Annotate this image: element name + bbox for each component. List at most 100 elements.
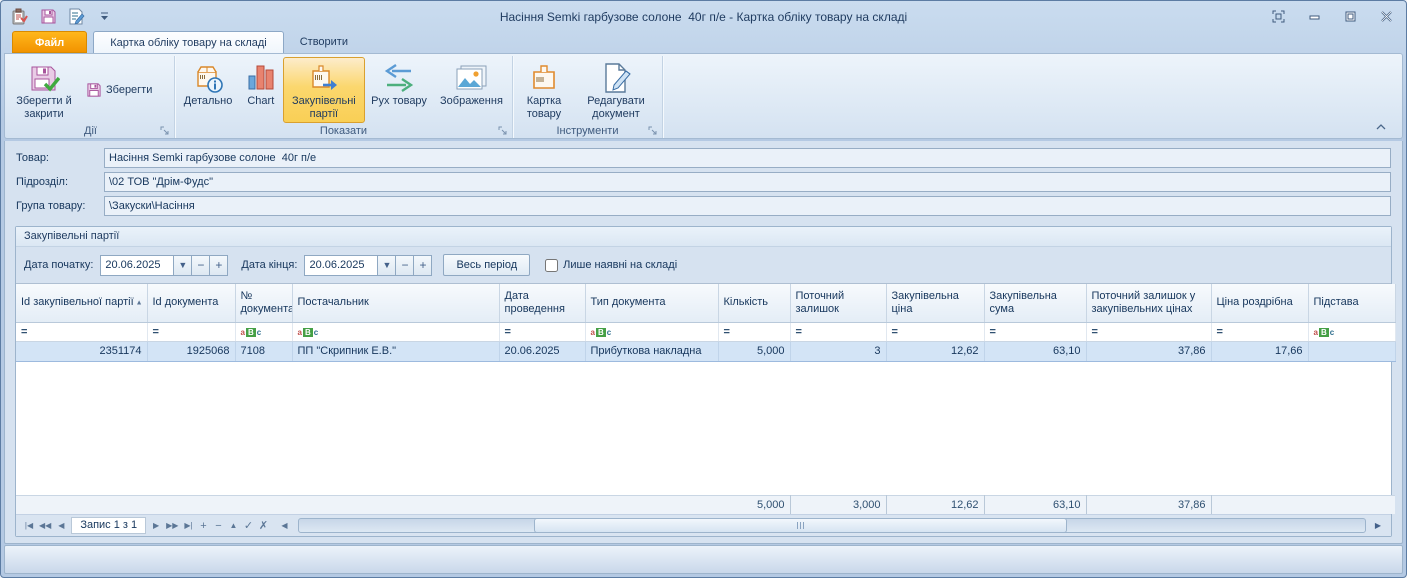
cell-purchase-sum[interactable]: 63,10 bbox=[984, 341, 1086, 361]
filter-doc-type[interactable]: aBc bbox=[585, 322, 718, 341]
nav-next-button[interactable]: ▶ bbox=[149, 518, 163, 534]
edit-document-icon[interactable] bbox=[66, 8, 86, 26]
close-icon[interactable] bbox=[1375, 9, 1397, 25]
date-end-plus-button[interactable]: + bbox=[414, 255, 432, 276]
details-button[interactable]: Детально bbox=[177, 57, 239, 123]
nav-prev-page-button[interactable]: ◀◀ bbox=[37, 518, 53, 534]
filter-basis[interactable]: aBc bbox=[1308, 322, 1395, 341]
filter-retail-price[interactable]: = bbox=[1211, 322, 1308, 341]
chart-button[interactable]: Chart bbox=[239, 57, 282, 123]
show-dialog-launcher-icon[interactable] bbox=[498, 126, 508, 136]
cell-current-balance[interactable]: 3 bbox=[790, 341, 886, 361]
only-in-stock-checkbox[interactable] bbox=[545, 259, 558, 272]
cell-basis[interactable] bbox=[1308, 341, 1395, 361]
filter-purchase-sum[interactable]: = bbox=[984, 322, 1086, 341]
date-start-input[interactable] bbox=[100, 255, 174, 276]
movement-label: Рух товару bbox=[371, 95, 427, 108]
filter-doc-no[interactable]: aBc bbox=[235, 322, 292, 341]
nav-edit-button[interactable]: ▲ bbox=[226, 518, 240, 534]
box-icon bbox=[527, 61, 561, 95]
tab-card[interactable]: Картка обліку товару на складі bbox=[93, 31, 283, 53]
cell-supplier[interactable]: ПП "Скрипник Е.В." bbox=[292, 341, 499, 361]
qat-customize-icon[interactable] bbox=[94, 8, 114, 26]
checkin-icon[interactable] bbox=[10, 8, 30, 26]
cell-balance-in-prices[interactable]: 37,86 bbox=[1086, 341, 1211, 361]
nav-delete-button[interactable]: − bbox=[211, 518, 225, 534]
tools-dialog-launcher-icon[interactable] bbox=[648, 126, 658, 136]
save-button[interactable]: Зберегти bbox=[79, 79, 159, 101]
nav-post-button[interactable]: ✓ bbox=[241, 518, 255, 534]
column-header-purchase-sum[interactable]: Закупівельна сума bbox=[984, 284, 1086, 322]
column-header-basis[interactable]: Підстава bbox=[1308, 284, 1395, 322]
ribbon-group-show: Детально Chart Закупівельні партії bbox=[175, 56, 513, 138]
summary-purchase-price: 12,62 bbox=[886, 495, 984, 514]
column-header-doc-no[interactable]: № документа bbox=[235, 284, 292, 322]
scroll-right-icon[interactable]: ▶ bbox=[1371, 521, 1385, 530]
collapse-ribbon-icon[interactable] bbox=[1374, 120, 1388, 132]
product-group-field[interactable] bbox=[104, 196, 1391, 216]
restore-icon[interactable] bbox=[1339, 9, 1361, 25]
nav-cancel-button[interactable]: ✗ bbox=[256, 518, 270, 534]
column-header-doc-type[interactable]: Тип документа bbox=[585, 284, 718, 322]
nav-first-button[interactable]: |◀ bbox=[22, 518, 36, 534]
filter-current-balance[interactable]: = bbox=[790, 322, 886, 341]
cell-quantity[interactable]: 5,000 bbox=[718, 341, 790, 361]
product-field[interactable] bbox=[104, 148, 1391, 168]
nav-prev-button[interactable]: ◀ bbox=[54, 518, 68, 534]
filter-quantity[interactable]: = bbox=[718, 322, 790, 341]
cell-retail-price[interactable]: 17,66 bbox=[1211, 341, 1308, 361]
filter-supplier[interactable]: aBc bbox=[292, 322, 499, 341]
table-row[interactable]: 2351174 1925068 7108 ПП "Скрипник Е.В." … bbox=[16, 341, 1395, 361]
images-button[interactable]: Зображення bbox=[433, 57, 510, 123]
filter-doc-id[interactable]: = bbox=[147, 322, 235, 341]
column-header-quantity[interactable]: Кількість bbox=[718, 284, 790, 322]
tab-create[interactable]: Створити bbox=[284, 31, 364, 53]
cell-date[interactable]: 20.06.2025 bbox=[499, 341, 585, 361]
edit-document-button[interactable]: Редагувати документ bbox=[573, 57, 659, 123]
filter-balance-in-prices[interactable]: = bbox=[1086, 322, 1211, 341]
horizontal-scrollbar[interactable] bbox=[298, 518, 1366, 533]
item-card-button[interactable]: Картка товару bbox=[515, 57, 573, 123]
nav-next-page-button[interactable]: ▶▶ bbox=[164, 518, 180, 534]
date-start-label: Дата початку: bbox=[24, 259, 93, 271]
fit-window-icon[interactable] bbox=[1267, 9, 1289, 25]
date-start-plus-button[interactable]: + bbox=[210, 255, 228, 276]
filter-purchase-price[interactable]: = bbox=[886, 322, 984, 341]
column-header-date[interactable]: Дата проведення bbox=[499, 284, 585, 322]
date-start-dropdown-icon[interactable]: ▼ bbox=[174, 255, 192, 276]
minimize-icon[interactable] bbox=[1303, 9, 1325, 25]
nav-last-button[interactable]: ▶| bbox=[181, 518, 195, 534]
cell-doc-no[interactable]: 7108 bbox=[235, 341, 292, 361]
cell-lot-id[interactable]: 2351174 bbox=[16, 341, 147, 361]
scrollbar-thumb[interactable] bbox=[534, 518, 1067, 533]
summary-current-balance: 3,000 bbox=[790, 495, 886, 514]
cell-doc-type[interactable]: Прибуткова накладна bbox=[585, 341, 718, 361]
cell-doc-id[interactable]: 1925068 bbox=[147, 341, 235, 361]
date-start-minus-button[interactable]: − bbox=[192, 255, 210, 276]
equals-filter-icon: = bbox=[892, 326, 899, 338]
column-header-doc-id[interactable]: Id документа bbox=[147, 284, 235, 322]
save-icon[interactable] bbox=[38, 8, 58, 26]
column-header-purchase-price[interactable]: Закупівельна ціна bbox=[886, 284, 984, 322]
column-header-current-balance[interactable]: Поточний залишок bbox=[790, 284, 886, 322]
filter-lot-id[interactable]: = bbox=[16, 322, 147, 341]
filter-date[interactable]: = bbox=[499, 322, 585, 341]
cell-purchase-price[interactable]: 12,62 bbox=[886, 341, 984, 361]
save-and-close-button[interactable]: Зберегти й закрити bbox=[9, 57, 79, 123]
date-end-minus-button[interactable]: − bbox=[396, 255, 414, 276]
whole-period-button[interactable]: Весь період bbox=[443, 254, 530, 276]
move-arrows-icon bbox=[382, 61, 416, 95]
column-header-supplier[interactable]: Постачальник bbox=[292, 284, 499, 322]
column-header-lot-id[interactable]: Id закупівельної партії▲ bbox=[16, 284, 147, 322]
date-end-dropdown-icon[interactable]: ▼ bbox=[378, 255, 396, 276]
nav-append-button[interactable]: + bbox=[196, 518, 210, 534]
scroll-left-icon[interactable]: ◀ bbox=[277, 518, 291, 534]
department-field[interactable] bbox=[104, 172, 1391, 192]
date-end-input[interactable] bbox=[304, 255, 378, 276]
actions-dialog-launcher-icon[interactable] bbox=[160, 126, 170, 136]
column-header-retail-price[interactable]: Ціна роздрібна bbox=[1211, 284, 1308, 322]
purchase-lots-button[interactable]: Закупівельні партії bbox=[283, 57, 366, 123]
tab-file[interactable]: Файл bbox=[12, 31, 87, 53]
column-header-balance-in-prices[interactable]: Поточний залишок у закупівельних цінах bbox=[1086, 284, 1211, 322]
movement-button[interactable]: Рух товару bbox=[365, 57, 433, 123]
